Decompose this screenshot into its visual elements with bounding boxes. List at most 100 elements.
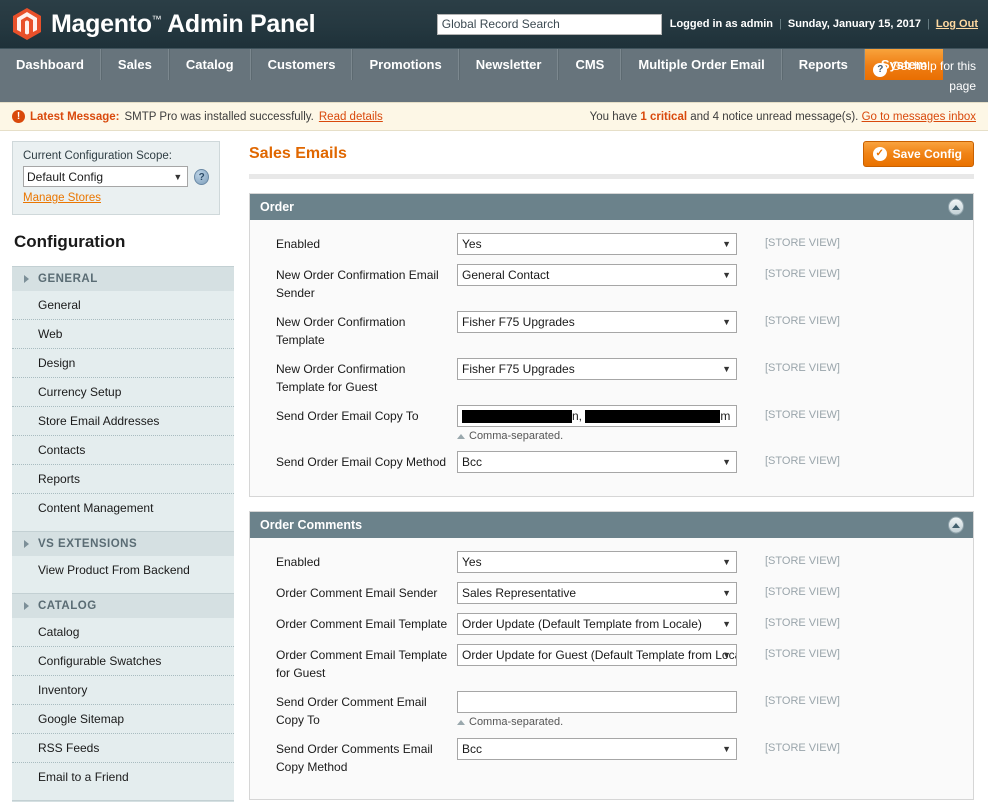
sidebar-group-body: View Product From Backend [12, 556, 234, 593]
sidebar-item-configurable-swatches[interactable]: Configurable Swatches [12, 647, 234, 676]
save-config-button[interactable]: ✓ Save Config [863, 141, 974, 167]
select-enabled[interactable]: Yes▼ [457, 233, 737, 255]
redacted-text-fragment: m [720, 409, 730, 423]
sidebar-item-reports[interactable]: Reports [12, 465, 234, 494]
manage-stores-link[interactable]: Manage Stores [23, 192, 101, 204]
nav-item-sales[interactable]: Sales [101, 49, 169, 80]
read-details-link[interactable]: Read details [319, 111, 383, 123]
field-control: Yes▼ [457, 233, 739, 255]
scope-row: Default Config ▼ ? [23, 166, 209, 187]
sidebar-item-catalog[interactable]: Catalog [12, 618, 234, 647]
section-header[interactable]: Order [250, 194, 973, 220]
select-send-order-email-copy-method[interactable]: Bcc▼ [457, 451, 737, 473]
select-enabled[interactable]: Yes▼ [457, 551, 737, 573]
chevron-down-icon: ▼ [722, 650, 731, 660]
select-order-comment-email-sender[interactable]: Sales Representative▼ [457, 582, 737, 604]
scope-select[interactable]: Default Config ▼ [23, 166, 188, 187]
sidebar-item-design[interactable]: Design [12, 349, 234, 378]
critical-count: 1 [640, 111, 646, 123]
nav-item-promotions[interactable]: Promotions [352, 49, 458, 80]
meta-separator-1: | [779, 18, 782, 30]
section-title: Order Comments [260, 518, 362, 532]
latest-message-label: Latest Message: [30, 111, 119, 123]
sidebar-group: CATALOGCatalogConfigurable SwatchesInven… [12, 593, 234, 800]
collapse-section-icon[interactable] [948, 199, 964, 216]
current-date: Sunday, January 15, 2017 [788, 18, 921, 30]
sidebar-group-header-catalog[interactable]: CATALOG [12, 593, 234, 618]
chevron-down-icon: ▼ [722, 588, 731, 598]
sidebar-group: GENERAL GeneralWebDesignCurrency SetupSto… [12, 266, 234, 531]
field-control: Order Update (Default Template from Loca… [457, 613, 739, 635]
sidebar-group-label: GENERAL [38, 273, 98, 285]
input-send-order-comment-email-copy-to[interactable] [457, 691, 737, 713]
nav-item-newsletter[interactable]: Newsletter [459, 49, 559, 80]
sidebar-group-label: VS EXTENSIONS [38, 538, 137, 550]
brand-logo[interactable]: Magento™ Admin Panel [0, 7, 315, 41]
logout-link[interactable]: Log Out [936, 18, 978, 30]
sidebar-item-email-to-a-friend[interactable]: Email to a Friend [12, 763, 234, 791]
sidebar-group-header-vs-extensions[interactable]: VS EXTENSIONS [12, 531, 234, 556]
meta-separator-2: | [927, 18, 930, 30]
sidebar-group-header-general[interactable]: GENERAL [12, 266, 234, 291]
brand-trademark: ™ [152, 14, 162, 25]
nav-item-dashboard[interactable]: Dashboard [0, 49, 101, 80]
sidebar-item-google-sitemap[interactable]: Google Sitemap [12, 705, 234, 734]
unread-middle: and 4 notice unread message(s). [690, 111, 858, 123]
scope-tag: [STORE VIEW] [739, 405, 840, 421]
select-new-order-confirmation-email-sender[interactable]: General Contact▼ [457, 264, 737, 286]
sidebar-item-general[interactable]: General [12, 291, 234, 320]
sidebar-item-currency-setup[interactable]: Currency Setup [12, 378, 234, 407]
select-value: Order Update for Guest (Default Template… [462, 648, 737, 662]
select-new-order-confirmation-template-for-guest[interactable]: Fisher F75 Upgrades▼ [457, 358, 737, 380]
scope-tag: [STORE VIEW] [739, 644, 840, 660]
sidebar-item-content-management[interactable]: Content Management [12, 494, 234, 522]
field-note: Comma-separated. [457, 430, 739, 442]
sidebar-group-body: CatalogConfigurable SwatchesInventoryGoo… [12, 618, 234, 800]
sidebar-item-inventory[interactable]: Inventory [12, 676, 234, 705]
select-order-comment-email-template-for-guest[interactable]: Order Update for Guest (Default Template… [457, 644, 737, 666]
global-search-input[interactable] [437, 14, 662, 35]
sidebar-item-contacts[interactable]: Contacts [12, 436, 234, 465]
sidebar-item-view-product-from-backend[interactable]: View Product From Backend [12, 556, 234, 584]
sidebar-title: Configuration [12, 215, 220, 266]
field-row: Order Comment Email SenderSales Represen… [250, 582, 973, 613]
nav-item-customers[interactable]: Customers [251, 49, 353, 80]
select-new-order-confirmation-template[interactable]: Fisher F75 Upgrades▼ [457, 311, 737, 333]
get-help-link[interactable]: ?Get help for this page [856, 49, 976, 95]
scope-tag: [STORE VIEW] [739, 233, 840, 249]
sidebar-item-rss-feeds[interactable]: RSS Feeds [12, 734, 234, 763]
input-send-order-email-copy-to[interactable]: n, m [457, 405, 737, 427]
nav-item-reports[interactable]: Reports [782, 49, 865, 80]
scope-select-value: Default Config [27, 170, 103, 184]
scope-tag: [STORE VIEW] [739, 691, 840, 707]
redaction-bar [585, 410, 720, 423]
collapse-section-icon[interactable] [948, 517, 964, 534]
field-row: Send Order Comments Email Copy MethodBcc… [250, 738, 973, 785]
sidebar-item-store-email-addresses[interactable]: Store Email Addresses [12, 407, 234, 436]
checkmark-icon: ✓ [873, 147, 887, 161]
nav-item-multiple-order-email[interactable]: Multiple Order Email [621, 49, 781, 80]
select-value: Fisher F75 Upgrades [462, 362, 575, 376]
scope-tag: [STORE VIEW] [739, 264, 840, 280]
nav-item-cms[interactable]: CMS [558, 49, 621, 80]
field-label: New Order Confirmation Email Sender [250, 264, 457, 302]
unread-messages-summary: You have 1 critical and 4 notice unread … [590, 111, 976, 123]
unread-prefix: You have [590, 111, 638, 123]
field-control: General Contact▼ [457, 264, 739, 286]
select-send-order-comments-email-copy-method[interactable]: Bcc▼ [457, 738, 737, 760]
field-label: Send Order Comment Email Copy To [250, 691, 457, 729]
scope-help-icon[interactable]: ? [194, 169, 209, 185]
field-label: Order Comment Email Template [250, 613, 457, 633]
nav-item-catalog[interactable]: Catalog [169, 49, 251, 80]
config-section-order: OrderEnabledYes▼[STORE VIEW]New Order Co… [249, 193, 974, 497]
select-value: Yes [462, 555, 482, 569]
field-control: Sales Representative▼ [457, 582, 739, 604]
sidebar-group: VS EXTENSIONS View Product From Backend [12, 531, 234, 593]
field-label: Send Order Comments Email Copy Method [250, 738, 457, 776]
select-order-comment-email-template[interactable]: Order Update (Default Template from Loca… [457, 613, 737, 635]
chevron-down-icon: ▼ [722, 619, 731, 629]
page-body: Current Configuration Scope: Default Con… [0, 131, 988, 802]
messages-inbox-link[interactable]: Go to messages inbox [862, 111, 976, 123]
section-header[interactable]: Order Comments [250, 512, 973, 538]
sidebar-item-web[interactable]: Web [12, 320, 234, 349]
